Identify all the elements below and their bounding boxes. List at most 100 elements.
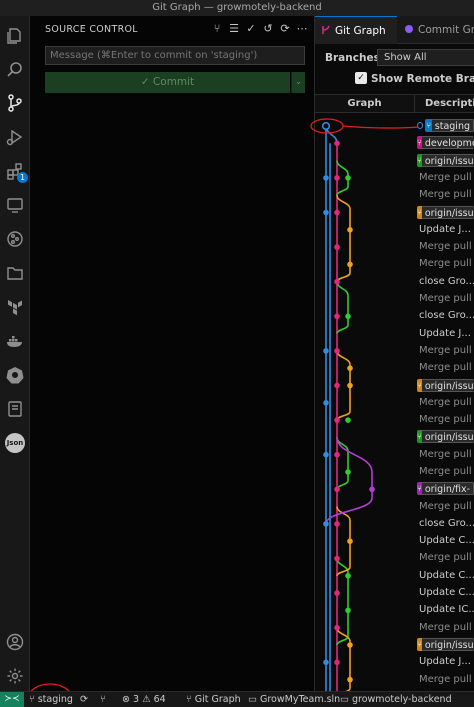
settings-gear-icon[interactable] [3,664,27,688]
commit-node[interactable] [323,348,329,354]
commit-row[interactable]: Update J... [415,325,474,342]
commit-node[interactable] [334,555,340,562]
commit-row[interactable]: Merge pull [415,186,474,203]
branch-indicator[interactable]: ⑂ staging [29,692,73,707]
book-icon[interactable] [3,397,27,421]
refresh-icon[interactable]: ⟳ [279,22,291,36]
commit-node-head[interactable] [321,121,331,131]
commit-row[interactable]: ⑂origin/issue [415,428,474,445]
commit-node[interactable] [334,659,340,666]
commit-node[interactable] [345,417,351,423]
git-graph-status-button[interactable]: ⑂ Git Graph [186,692,241,707]
solution-indicator[interactable]: ▭ GrowMyTeam.sln [248,692,340,707]
commit-node[interactable] [323,659,329,666]
commit-node[interactable] [345,175,351,181]
commit-row[interactable]: Update IC... [415,601,474,618]
commit-node[interactable] [334,175,340,181]
source-control-icon[interactable] [3,91,27,115]
commit-row[interactable]: close Gro... [415,515,474,532]
commit-node[interactable] [334,417,340,423]
commit-node[interactable] [334,209,340,216]
commit-node[interactable] [334,521,340,527]
commit-row[interactable]: Update J... [415,221,474,238]
commit-node[interactable] [323,175,329,181]
commit-node[interactable] [334,313,340,320]
commit-row[interactable]: Merge pull [415,619,474,636]
project-indicator[interactable]: ▭ growmotely-backend [340,692,452,707]
commit-row[interactable]: Merge pull [415,411,474,428]
commit-node[interactable] [347,261,353,268]
commit-row[interactable]: ⑂origin/issue [415,152,474,169]
view-as-tree-icon[interactable]: ☰ [228,22,240,36]
commit-node[interactable] [347,227,353,233]
publish-icon[interactable]: ⑂ [100,692,106,707]
commit-node[interactable] [345,313,351,320]
commit-row[interactable]: Update J... [415,653,474,670]
commit-row[interactable]: Update C... [415,532,474,549]
commit-node[interactable] [347,642,353,648]
commit-row[interactable]: Merge pull [415,359,474,376]
commit-node[interactable] [334,278,340,285]
folder-icon[interactable] [3,261,27,285]
branch-ref-badge[interactable]: ⑂origin/issue [417,153,474,167]
commit-node[interactable] [334,382,340,389]
commit-row[interactable]: ⑂ staging [415,117,474,134]
branch-ref-badge[interactable]: ⑂origin/issue [417,205,474,219]
commit-row[interactable]: ⑂origin/issue [415,203,474,220]
docker-icon[interactable] [3,329,27,353]
extensions-icon[interactable]: 1 [3,159,28,183]
sync-icon[interactable]: ⟳ [80,692,88,707]
commit-node[interactable] [347,365,353,372]
commit-node[interactable] [345,469,351,475]
commit-row[interactable]: Merge pull [415,342,474,359]
account-icon[interactable] [3,630,27,654]
commit-row[interactable]: Merge pull [415,549,474,566]
commit-node[interactable] [347,676,353,683]
commit-node[interactable] [345,607,351,614]
commit-row[interactable]: ⑂development [415,134,474,151]
commit-row[interactable]: ⑂origin/issue [415,636,474,653]
commit-row[interactable]: ⑂origin/issue [415,376,474,393]
branch-ref-badge[interactable]: ⑂origin/issue [417,430,474,444]
commit-node[interactable] [334,140,340,147]
commit-row[interactable]: Update C... [415,567,474,584]
commit-button[interactable]: ✓ Commit [45,72,290,93]
remote-icon[interactable]: ≻≺ [0,692,24,707]
commit-row[interactable]: Merge pull [415,255,474,272]
commit-node[interactable] [334,590,340,596]
commit-row[interactable]: close Gro... [415,307,474,324]
commit-row[interactable]: Merge pull [415,446,474,463]
terraform-icon[interactable] [3,295,27,319]
commit-row[interactable]: ⑂ origin/fix- [415,480,474,497]
commit-node[interactable] [345,573,351,579]
commit-row[interactable]: Merge pull [415,498,474,515]
commit-row[interactable]: Merge pull [415,463,474,480]
branch-ref-badge[interactable]: ⑂ origin/fix- [417,482,474,496]
commit-node[interactable] [347,538,353,544]
remote-explorer-icon[interactable] [3,193,27,217]
commit-row[interactable]: Merge pull [415,671,474,688]
commit-message-input[interactable] [45,46,305,65]
branch-ref-badge[interactable]: ⑂ staging [425,119,474,133]
history-icon[interactable]: ↺ [262,22,274,36]
search-icon[interactable] [3,58,27,82]
explorer-icon[interactable] [3,24,27,48]
commit-node[interactable] [334,348,340,354]
commit-row[interactable]: Merge pull [415,394,474,411]
commit-dropdown-button[interactable]: ⌄ [291,72,305,93]
git-graph-icon[interactable] [3,227,27,251]
json-icon[interactable]: Json [3,431,27,455]
commit-row[interactable]: close Gro... [415,273,474,290]
branch-ref-badge[interactable]: ⑂origin/issue [417,638,474,652]
commit-node[interactable] [369,486,375,493]
commit-row[interactable]: Merge pull [415,169,474,186]
commit-node[interactable] [334,624,340,631]
git-graph-view-icon[interactable]: ⑂ [211,22,223,36]
commit-row[interactable]: Update C... [415,584,474,601]
commit-row[interactable]: Merge pull [415,238,474,255]
commit-row[interactable]: Merge pull [415,290,474,307]
run-debug-icon[interactable] [3,125,27,149]
description-column-header[interactable]: Description [415,94,474,113]
commit-node[interactable] [334,486,340,493]
branch-ref-badge[interactable]: ⑂development [417,136,474,150]
